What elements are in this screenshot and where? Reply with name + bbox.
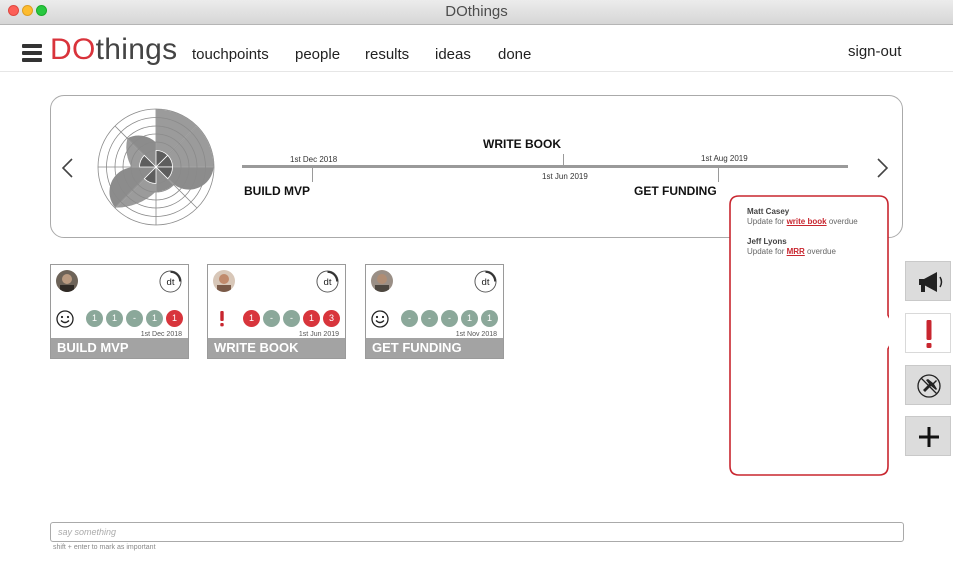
metric-dot: - xyxy=(421,310,438,327)
project-card-build-mvp[interactable]: dt 1 1 - 1 1 1st Dec 2018 BUILD MVP xyxy=(50,264,189,359)
metric-dot: 1 xyxy=(461,310,478,327)
say-something-input[interactable] xyxy=(50,522,904,542)
metric-dot: 1 xyxy=(303,310,320,327)
notification-link-mrr[interactable]: MRR xyxy=(787,247,805,256)
signout-link[interactable]: sign-out xyxy=(848,43,901,60)
nav-touchpoints[interactable]: touchpoints xyxy=(192,46,269,63)
alerts-button[interactable] xyxy=(905,313,951,353)
exclamation-icon xyxy=(926,320,932,348)
chevron-right-icon[interactable] xyxy=(874,157,890,179)
project-card-get-funding[interactable]: dt - - - 1 1 1st Nov 2018 GET FUNDING xyxy=(365,264,504,359)
notification-pre: Update for xyxy=(747,217,787,226)
composer-hint: shift + enter to mark as important xyxy=(53,544,156,551)
radar-chart xyxy=(97,108,215,226)
metric-dot: - xyxy=(263,310,280,327)
dothings-logo-icon: dt xyxy=(474,270,497,293)
no-flight-button[interactable] xyxy=(905,365,951,405)
notification-item: Matt Casey Update for write book overdue xyxy=(747,207,882,226)
timeline-date: 1st Dec 2018 xyxy=(290,155,338,164)
card-date: 1st Nov 2018 xyxy=(455,331,497,338)
metric-dots: 1 - - 1 3 xyxy=(243,310,340,327)
timeline-item-build-mvp[interactable]: BUILD MVP xyxy=(244,184,310,198)
metric-dots: 1 1 - 1 1 xyxy=(86,310,183,327)
card-date: 1st Jun 2019 xyxy=(298,331,339,338)
metric-dot: 1 xyxy=(106,310,123,327)
timeline-axis xyxy=(242,165,848,168)
metric-dot: 1 xyxy=(166,310,183,327)
notification-text: Update for MRR overdue xyxy=(747,247,882,256)
notifications-list: Matt Casey Update for write book overdue… xyxy=(747,207,882,267)
notification-post: overdue xyxy=(804,247,836,256)
notification-author: Jeff Lyons xyxy=(747,237,787,246)
timeline-tick xyxy=(563,154,564,168)
notification-pre: Update for xyxy=(747,247,787,256)
timeline-tick xyxy=(718,168,719,182)
timeline-date: 1st Jun 2019 xyxy=(542,172,588,181)
nav-done[interactable]: done xyxy=(498,46,531,63)
notification-item: Jeff Lyons Update for MRR overdue xyxy=(747,237,882,256)
metric-dot: - xyxy=(441,310,458,327)
no-flight-icon xyxy=(917,374,941,398)
add-button[interactable] xyxy=(905,416,951,456)
chevron-left-icon[interactable] xyxy=(60,157,76,179)
metric-dot: 1 xyxy=(86,310,103,327)
brand-logo[interactable]: DOthings xyxy=(50,33,177,67)
smiley-icon xyxy=(56,310,74,328)
project-card-write-book[interactable]: dt 1 - - 1 3 1st Jun 2019 WRITE BOOK xyxy=(207,264,346,359)
dothings-logo-icon: dt xyxy=(159,270,182,293)
metric-dot: 3 xyxy=(323,310,340,327)
hamburger-menu-icon[interactable] xyxy=(22,44,42,62)
avatar xyxy=(213,270,235,292)
card-date: 1st Dec 2018 xyxy=(140,331,182,338)
timeline-item-write-book[interactable]: WRITE BOOK xyxy=(483,137,561,151)
notification-author: Matt Casey xyxy=(747,207,790,216)
announcements-button[interactable] xyxy=(905,261,951,301)
plus-icon xyxy=(919,427,939,447)
window-title: DOthings xyxy=(445,3,508,20)
metric-dot: - xyxy=(283,310,300,327)
avatar xyxy=(371,270,393,292)
timeline-item-get-funding[interactable]: GET FUNDING xyxy=(634,184,717,198)
megaphone-icon xyxy=(919,272,943,292)
notification-text: Update for write book overdue xyxy=(747,217,882,226)
timeline-date: 1st Aug 2019 xyxy=(701,154,748,163)
card-title: GET FUNDING xyxy=(366,338,503,358)
brand-do: DO xyxy=(50,33,96,66)
timeline-tick xyxy=(312,168,313,182)
metric-dot: - xyxy=(126,310,143,327)
metric-dots: - - - 1 1 xyxy=(401,310,498,327)
exclamation-icon xyxy=(220,311,224,327)
svg-text:dt: dt xyxy=(324,277,332,288)
brand-things: things xyxy=(95,33,178,66)
nav-people[interactable]: people xyxy=(295,46,340,63)
nav-results[interactable]: results xyxy=(365,46,409,63)
svg-text:dt: dt xyxy=(482,277,490,288)
dothings-logo-icon: dt xyxy=(316,270,339,293)
metric-dot: - xyxy=(401,310,418,327)
notification-link-write-book[interactable]: write book xyxy=(787,217,827,226)
card-title: BUILD MVP xyxy=(51,338,188,358)
card-title: WRITE BOOK xyxy=(208,338,345,358)
window-titlebar: DOthings xyxy=(0,0,953,25)
nav-ideas[interactable]: ideas xyxy=(435,46,471,63)
metric-dot: 1 xyxy=(481,310,498,327)
notification-post: overdue xyxy=(826,217,858,226)
svg-text:dt: dt xyxy=(167,277,175,288)
metric-dot: 1 xyxy=(243,310,260,327)
avatar xyxy=(56,270,78,292)
smiley-icon xyxy=(371,310,389,328)
metric-dot: 1 xyxy=(146,310,163,327)
